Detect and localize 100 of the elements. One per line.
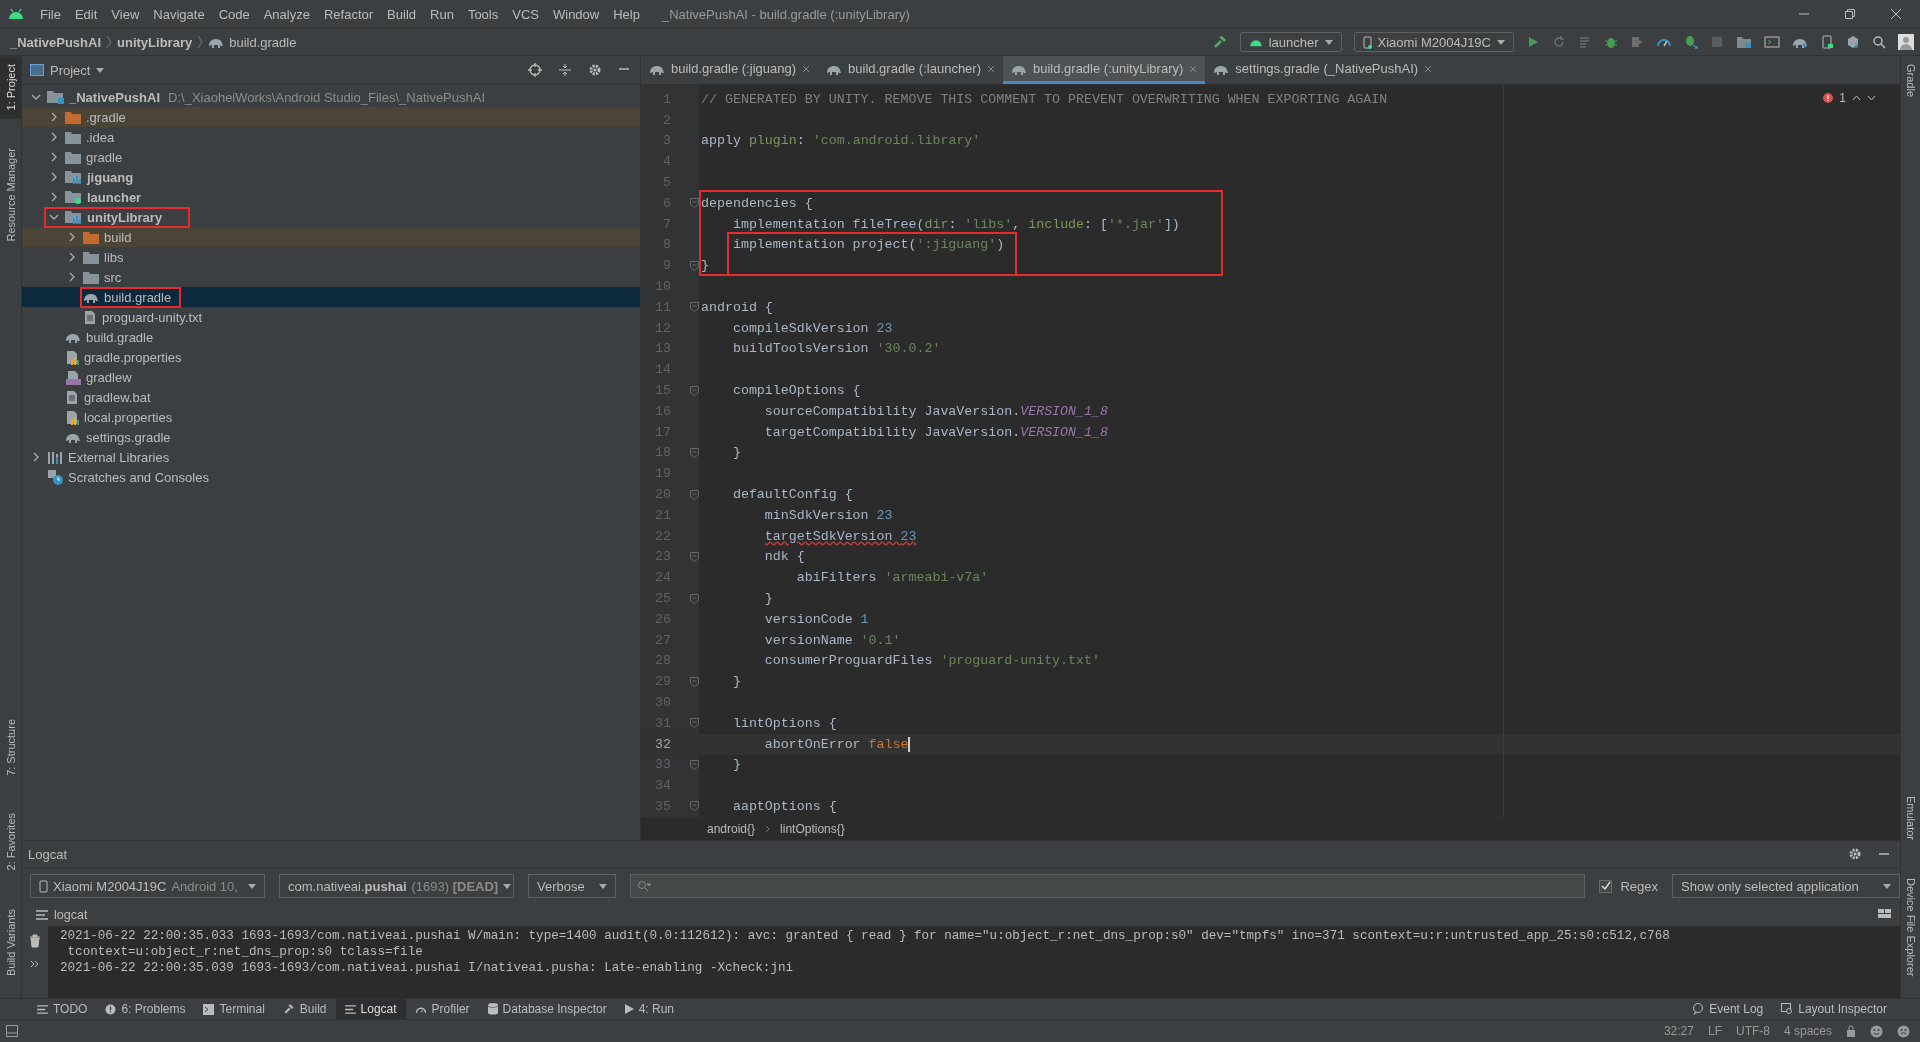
- menu-item[interactable]: Build: [381, 6, 424, 22]
- tree-item[interactable]: local.properties: [84, 409, 173, 425]
- tree-item[interactable]: gradlew: [86, 369, 132, 385]
- run-config-dropdown[interactable]: launcher: [1239, 32, 1342, 52]
- tool-window-tab[interactable]: Event Log: [1683, 999, 1773, 1019]
- menu-item[interactable]: Run: [424, 6, 462, 22]
- tree-item[interactable]: gradle: [86, 149, 123, 165]
- menu-item[interactable]: File: [34, 6, 69, 22]
- tool-window-tab[interactable]: Build Variants: [0, 900, 21, 984]
- editor-tab[interactable]: build.gradle (:unityLibrary): [1003, 56, 1206, 84]
- caret-icon[interactable]: [96, 67, 105, 73]
- smiley-icon[interactable]: [1870, 1024, 1883, 1038]
- tree-item[interactable]: src: [104, 269, 122, 285]
- attach-icon[interactable]: [1630, 35, 1644, 49]
- tool-window-tab[interactable]: 2: Favorites: [0, 805, 21, 879]
- editor-tab[interactable]: build.gradle (:jiguang): [641, 56, 819, 84]
- menu-item[interactable]: Navigate: [147, 6, 213, 22]
- target-icon[interactable]: [528, 63, 542, 77]
- tree-item[interactable]: gradlew.bat: [84, 389, 151, 405]
- breadcrumb-item[interactable]: unityLibrary: [117, 34, 193, 50]
- tool-window-tab[interactable]: Database Inspector: [478, 999, 616, 1019]
- menu-item[interactable]: VCS: [506, 6, 547, 22]
- error-count[interactable]: 1: [1839, 91, 1846, 105]
- tree-item[interactable]: _NativePushAI: [69, 89, 161, 105]
- tool-window-tab[interactable]: Terminal: [194, 999, 274, 1019]
- panel-toggle-icon[interactable]: [6, 1025, 18, 1037]
- restore-icon[interactable]: [1844, 8, 1856, 20]
- tree-item[interactable]: unityLibrary: [87, 209, 163, 225]
- close-icon[interactable]: [1424, 64, 1433, 73]
- filter-dropdown[interactable]: Show only selected application: [1672, 874, 1900, 898]
- screen-icon[interactable]: [1764, 35, 1780, 49]
- breadcrumb-item[interactable]: lintOptions{}: [780, 822, 845, 836]
- status-item[interactable]: 32:27: [1663, 1024, 1694, 1038]
- menu-item[interactable]: Refactor: [317, 6, 382, 22]
- search-field[interactable]: [630, 874, 1586, 898]
- editor-tab[interactable]: settings.gradle (_NativePushAI): [1205, 56, 1441, 84]
- breadcrumb-item[interactable]: build.gradle: [229, 34, 297, 50]
- fold-icon[interactable]: [689, 551, 699, 562]
- fold-icon[interactable]: [689, 676, 699, 687]
- fold-icon[interactable]: [689, 198, 699, 209]
- tree-item[interactable]: build: [104, 229, 132, 245]
- editor-tab[interactable]: build.gradle (:launcher): [818, 56, 1003, 84]
- rerun-icon[interactable]: [1552, 35, 1566, 49]
- menu-item[interactable]: View: [105, 6, 148, 22]
- tool-window-tab[interactable]: Layout Inspector: [1772, 999, 1896, 1019]
- tool-window-tab[interactable]: TODO: [28, 999, 97, 1019]
- breadcrumb-item[interactable]: _NativePushAI: [10, 34, 102, 50]
- checkbox[interactable]: [1599, 879, 1613, 893]
- phone-icon[interactable]: [1820, 35, 1834, 49]
- double-chevron-icon[interactable]: [30, 960, 40, 968]
- breadcrumb-item[interactable]: android{}: [707, 822, 756, 836]
- tree-item[interactable]: build.gradle: [86, 329, 154, 345]
- tree-item[interactable]: .idea: [86, 129, 115, 145]
- tree-item[interactable]: build.gradle: [104, 289, 172, 305]
- tree-item[interactable]: launcher: [87, 189, 142, 205]
- tree-item[interactable]: gradle.properties: [84, 349, 182, 365]
- tool-window-tab[interactable]: 4: Run: [615, 999, 683, 1019]
- settings-icon[interactable]: [588, 63, 602, 77]
- user-avatar-icon[interactable]: [1898, 34, 1914, 50]
- tool-window-tab[interactable]: Build: [273, 999, 336, 1019]
- bug-icon[interactable]: [1604, 35, 1618, 49]
- tool-window-tab[interactable]: 6: Problems: [96, 999, 195, 1019]
- tree-item[interactable]: settings.gradle: [86, 429, 171, 445]
- tool-window-tab[interactable]: Profiler: [405, 999, 479, 1019]
- tree-item[interactable]: libs: [104, 249, 124, 265]
- panel-title[interactable]: Project: [50, 62, 91, 78]
- menu-item[interactable]: Analyze: [257, 6, 318, 22]
- error-icon[interactable]: [1823, 93, 1834, 103]
- layout-icon[interactable]: [1878, 909, 1892, 921]
- fold-icon[interactable]: [689, 260, 699, 271]
- process-dropdown[interactable]: com.nativeai.pushai (1693) [DEAD]: [279, 874, 514, 898]
- tool-window-tab[interactable]: Emulator: [1901, 787, 1920, 848]
- tool-window-tab[interactable]: Logcat: [335, 999, 406, 1019]
- fold-icon[interactable]: [689, 489, 699, 500]
- fold-icon[interactable]: [689, 718, 699, 729]
- trash-icon[interactable]: [29, 934, 41, 948]
- fold-icon[interactable]: [689, 759, 699, 770]
- tool-window-tab[interactable]: Gradle: [1901, 56, 1920, 106]
- menu-item[interactable]: Code: [212, 6, 258, 22]
- fold-icon[interactable]: [689, 302, 699, 313]
- tool-window-tab[interactable]: 7: Structure: [0, 710, 21, 784]
- tree-item[interactable]: proguard-unity.txt: [102, 309, 203, 325]
- status-item[interactable]: LF: [1707, 1024, 1722, 1038]
- fold-icon[interactable]: [689, 447, 699, 458]
- tool-window-tab[interactable]: Resource Manager: [0, 140, 21, 251]
- bug-arrow-icon[interactable]: [1684, 35, 1698, 49]
- settings-icon[interactable]: [1848, 847, 1862, 861]
- fold-icon[interactable]: [689, 385, 699, 396]
- menu-item[interactable]: Help: [607, 6, 648, 22]
- close-icon[interactable]: [802, 64, 811, 73]
- chevron-up-icon[interactable]: [1852, 95, 1861, 101]
- search-icon[interactable]: [1872, 35, 1886, 49]
- tree-item[interactable]: Scratches and Consoles: [68, 469, 209, 485]
- fold-icon[interactable]: [689, 801, 699, 812]
- tree-item[interactable]: jiguang: [87, 169, 134, 185]
- close-icon[interactable]: [1890, 8, 1902, 20]
- tool-window-tab[interactable]: Device File Explorer: [1901, 869, 1920, 984]
- run-icon[interactable]: [1526, 35, 1540, 49]
- tree-item[interactable]: .gradle: [86, 109, 126, 125]
- close-icon[interactable]: [987, 64, 995, 73]
